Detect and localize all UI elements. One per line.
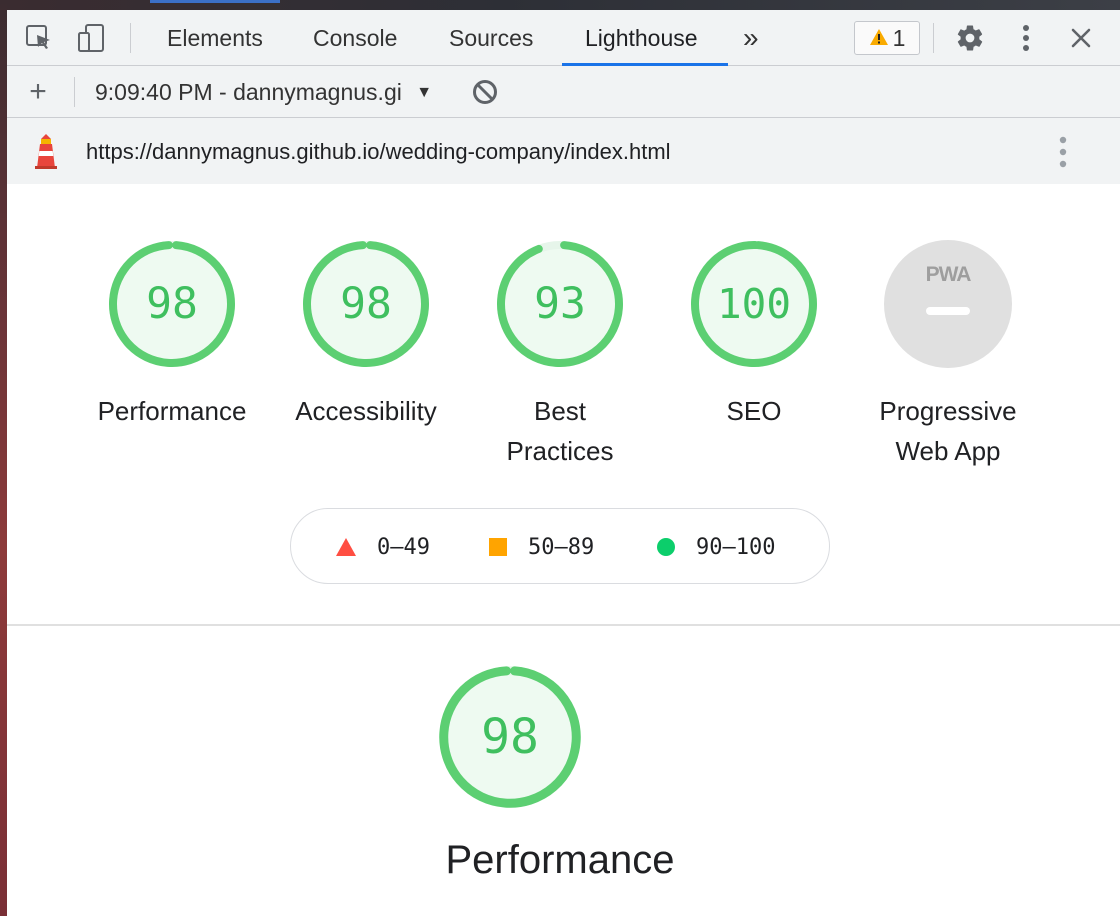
toolbar-divider bbox=[74, 77, 75, 107]
tab-lighthouse[interactable]: Lighthouse bbox=[585, 10, 698, 66]
score-value: 98 bbox=[340, 279, 392, 329]
devtools-panel: Elements Console Sources Lighthouse » 1 … bbox=[7, 10, 1120, 916]
lighthouse-logo-icon bbox=[31, 133, 61, 174]
section-gauge-performance: 98 bbox=[439, 664, 675, 810]
tab-elements[interactable]: Elements bbox=[167, 10, 263, 66]
warning-icon bbox=[869, 25, 889, 52]
legend-label: 90–100 bbox=[696, 534, 776, 560]
legend-item-average: 50–89 bbox=[488, 509, 594, 585]
tab-sources[interactable]: Sources bbox=[449, 10, 533, 66]
report-selector[interactable]: 9:09:40 PM - dannymagnus.gi ▼ bbox=[95, 66, 432, 118]
device-toolbar-icon[interactable] bbox=[77, 23, 107, 53]
gauge-label-line: Practices bbox=[506, 436, 614, 466]
report-url[interactable]: https://dannymagnus.github.io/wedding-co… bbox=[86, 118, 671, 184]
score-value: 100 bbox=[716, 280, 792, 328]
gauge-label-line: Progressive bbox=[879, 396, 1017, 426]
window-edge-left bbox=[0, 0, 7, 916]
score-ring: 93 bbox=[495, 239, 625, 369]
report-selector-value: 9:09:40 PM - dannymagnus.gi bbox=[95, 79, 402, 105]
report-toolbar: + 9:09:40 PM - dannymagnus.gi ▼ bbox=[7, 66, 1120, 118]
more-tabs-button[interactable]: » bbox=[743, 10, 759, 66]
score-value: 93 bbox=[534, 279, 586, 329]
legend-item-fail: 0–49 bbox=[335, 509, 430, 585]
score-ring: 98 bbox=[437, 664, 583, 810]
chevron-down-icon: ▼ bbox=[416, 84, 433, 101]
clear-reports-icon[interactable] bbox=[470, 77, 500, 107]
window-edge-top bbox=[0, 0, 1120, 10]
circle-icon bbox=[657, 538, 675, 556]
legend-label: 0–49 bbox=[377, 534, 430, 560]
section-title: Performance bbox=[445, 838, 675, 882]
new-report-button[interactable]: + bbox=[23, 75, 53, 108]
toolbar-divider bbox=[130, 23, 131, 53]
warning-count: 1 bbox=[892, 24, 906, 51]
score-ring: 98 bbox=[107, 239, 237, 369]
gauge-label: Progressive Web App bbox=[833, 391, 1063, 471]
legend-item-pass: 90–100 bbox=[656, 509, 775, 585]
settings-gear-icon[interactable] bbox=[955, 23, 985, 53]
kebab-menu-icon[interactable] bbox=[1059, 136, 1067, 173]
score-ring: 100 bbox=[689, 239, 819, 369]
kebab-menu-icon[interactable] bbox=[1011, 23, 1041, 53]
report-url-bar: https://dannymagnus.github.io/wedding-co… bbox=[7, 118, 1120, 184]
score-scale-legend: 0–49 50–89 90–100 bbox=[290, 508, 830, 584]
score-value: 98 bbox=[481, 709, 539, 765]
warnings-badge[interactable]: 1 bbox=[854, 21, 920, 55]
gauge-pwa[interactable]: PWA Progressive Web App bbox=[833, 239, 1063, 471]
section-divider bbox=[7, 624, 1120, 626]
pwa-badge-circle: PWA bbox=[883, 239, 1013, 369]
square-icon bbox=[489, 538, 507, 556]
triangle-icon bbox=[336, 538, 356, 556]
gauge-label-line: Web App bbox=[895, 436, 1001, 466]
score-value: 98 bbox=[146, 279, 198, 329]
pwa-badge-icon: PWA bbox=[925, 263, 972, 286]
close-icon[interactable] bbox=[1066, 23, 1096, 53]
score-ring: 98 bbox=[301, 239, 431, 369]
inspect-element-icon[interactable] bbox=[24, 23, 54, 53]
toolbar-divider bbox=[933, 23, 934, 53]
legend-label: 50–89 bbox=[528, 534, 595, 560]
tab-console[interactable]: Console bbox=[313, 10, 397, 66]
devtools-main-toolbar: Elements Console Sources Lighthouse » 1 bbox=[7, 10, 1120, 66]
